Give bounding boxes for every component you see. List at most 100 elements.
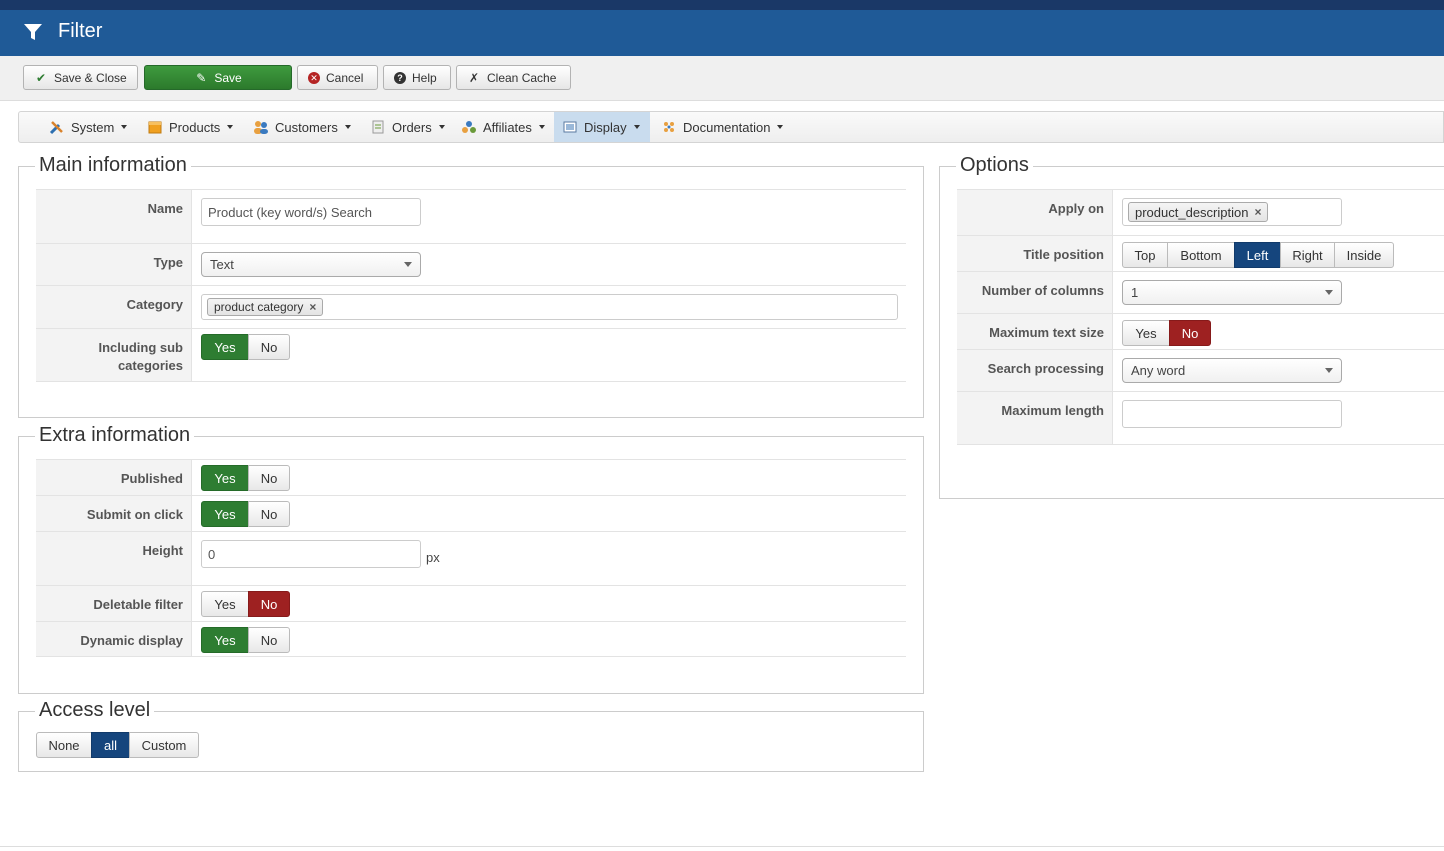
page-title: Filter (58, 20, 103, 42)
access-none-button[interactable]: None (36, 732, 92, 758)
published-no-button[interactable]: No (248, 465, 290, 491)
name-input[interactable]: Product (key word/s) Search (201, 198, 421, 226)
max-text-toggle: Yes No (1122, 320, 1211, 346)
deletable-toggle: Yes No (201, 591, 290, 617)
check-icon: ✔ (35, 70, 47, 85)
title-position-right-button[interactable]: Right (1280, 242, 1335, 268)
cancel-icon: ✕ (308, 71, 320, 84)
subcategories-row: Including sub categories (36, 328, 906, 382)
type-row: Type (36, 243, 906, 285)
clean-cache-button[interactable]: ✗ Clean Cache (456, 65, 571, 90)
help-button[interactable]: ? Help (383, 65, 451, 90)
menu-products[interactable]: Products (139, 112, 241, 142)
extra-information-legend: Extra information (35, 424, 195, 447)
main-menu: System Products Customers Orders Affilia… (18, 111, 1444, 143)
chevron-down-icon (404, 262, 412, 267)
title-position-bottom-button[interactable]: Bottom (1167, 242, 1235, 268)
menu-system[interactable]: System (41, 112, 135, 142)
display-icon (563, 121, 577, 133)
dynamic-label: Dynamic display (36, 622, 192, 656)
columns-select[interactable]: 1 (1122, 280, 1342, 305)
submit-no-button[interactable]: No (248, 501, 290, 527)
max-text-label: Maximum text size (957, 314, 1113, 349)
menu-orders[interactable]: Orders (362, 112, 453, 142)
help-icon: ? (394, 71, 406, 84)
orders-icon (372, 120, 384, 134)
menu-affiliates[interactable]: Affiliates (453, 112, 553, 142)
footer-divider (0, 846, 1444, 847)
max-text-yes-button[interactable]: Yes (1122, 320, 1170, 346)
height-unit: px (426, 550, 440, 565)
broom-icon: ✗ (468, 70, 480, 85)
dynamic-toggle: Yes No (201, 627, 290, 653)
max-length-input[interactable] (1122, 400, 1342, 428)
menu-display[interactable]: Display (554, 112, 650, 142)
title-position-toggle: Top Bottom Left Right Inside (1122, 242, 1394, 268)
access-custom-button[interactable]: Custom (129, 732, 199, 758)
chevron-down-icon (1325, 368, 1333, 373)
title-position-inside-button[interactable]: Inside (1334, 242, 1394, 268)
name-label: Name (36, 190, 192, 243)
type-select[interactable]: Text (201, 252, 421, 277)
published-label: Published (36, 460, 192, 495)
submit-row: Submit on click (36, 495, 906, 531)
title-position-label: Title position (957, 236, 1113, 271)
name-row: Name (36, 189, 906, 243)
chevron-down-icon (1325, 290, 1333, 295)
edit-icon: ✎ (196, 70, 207, 85)
tools-icon (49, 121, 63, 135)
box-icon (148, 121, 162, 134)
max-length-label: Maximum length (957, 392, 1113, 444)
users-icon (254, 121, 268, 134)
apply-on-label: Apply on (957, 190, 1113, 235)
submit-label: Submit on click (36, 496, 192, 531)
menu-customers[interactable]: Customers (245, 112, 359, 142)
published-row: Published (36, 459, 906, 495)
type-label: Type (36, 244, 192, 285)
cancel-button[interactable]: ✕ Cancel (297, 65, 378, 90)
height-row: Height (36, 531, 906, 585)
options-legend: Options (956, 154, 1033, 177)
menu-documentation[interactable]: Documentation (653, 112, 791, 142)
access-all-button[interactable]: all (91, 732, 130, 758)
dynamic-yes-button[interactable]: Yes (201, 627, 249, 653)
title-position-top-button[interactable]: Top (1122, 242, 1168, 268)
access-level-legend: Access level (35, 699, 155, 722)
apply-on-tag[interactable]: product_description × (1128, 202, 1269, 222)
remove-tag-icon[interactable]: × (1254, 205, 1261, 219)
max-text-no-button[interactable]: No (1169, 320, 1211, 346)
published-toggle: Yes No (201, 465, 290, 491)
title-position-left-button[interactable]: Left (1234, 242, 1281, 268)
subcategories-yes-button[interactable]: Yes (201, 334, 249, 360)
documentation-icon (664, 122, 674, 132)
main-information-legend: Main information (35, 154, 191, 177)
access-level-toggle: None all Custom (36, 732, 199, 758)
deletable-yes-button[interactable]: Yes (201, 591, 249, 617)
category-tag[interactable]: product category × (207, 298, 324, 316)
save-close-button[interactable]: ✔ Save & Close (23, 65, 138, 90)
subcategories-toggle: Yes No (201, 334, 290, 360)
save-button[interactable]: ✎ Save (144, 65, 292, 90)
dynamic-row: Dynamic display (36, 621, 906, 657)
page-header: Filter (0, 10, 1444, 56)
submit-toggle: Yes No (201, 501, 290, 527)
subcategories-label: Including sub categories (36, 329, 192, 381)
top-strip (0, 0, 1444, 10)
affiliates-icon (462, 121, 476, 133)
deletable-no-button[interactable]: No (248, 591, 290, 617)
submit-yes-button[interactable]: Yes (201, 501, 249, 527)
filter-icon (24, 24, 42, 40)
deletable-label: Deletable filter (36, 586, 192, 621)
dynamic-no-button[interactable]: No (248, 627, 290, 653)
height-input[interactable]: 0 (201, 540, 421, 568)
search-processing-label: Search processing (957, 350, 1113, 391)
toolbar: ✔ Save & Close ✎ Save ✕ Cancel ? Help ✗ … (0, 56, 1444, 101)
height-label: Height (36, 532, 192, 585)
published-yes-button[interactable]: Yes (201, 465, 249, 491)
search-processing-select[interactable]: Any word (1122, 358, 1342, 383)
subcategories-no-button[interactable]: No (248, 334, 290, 360)
remove-tag-icon[interactable]: × (309, 300, 316, 314)
columns-label: Number of columns (957, 272, 1113, 313)
deletable-row: Deletable filter (36, 585, 906, 621)
category-label: Category (36, 286, 192, 328)
